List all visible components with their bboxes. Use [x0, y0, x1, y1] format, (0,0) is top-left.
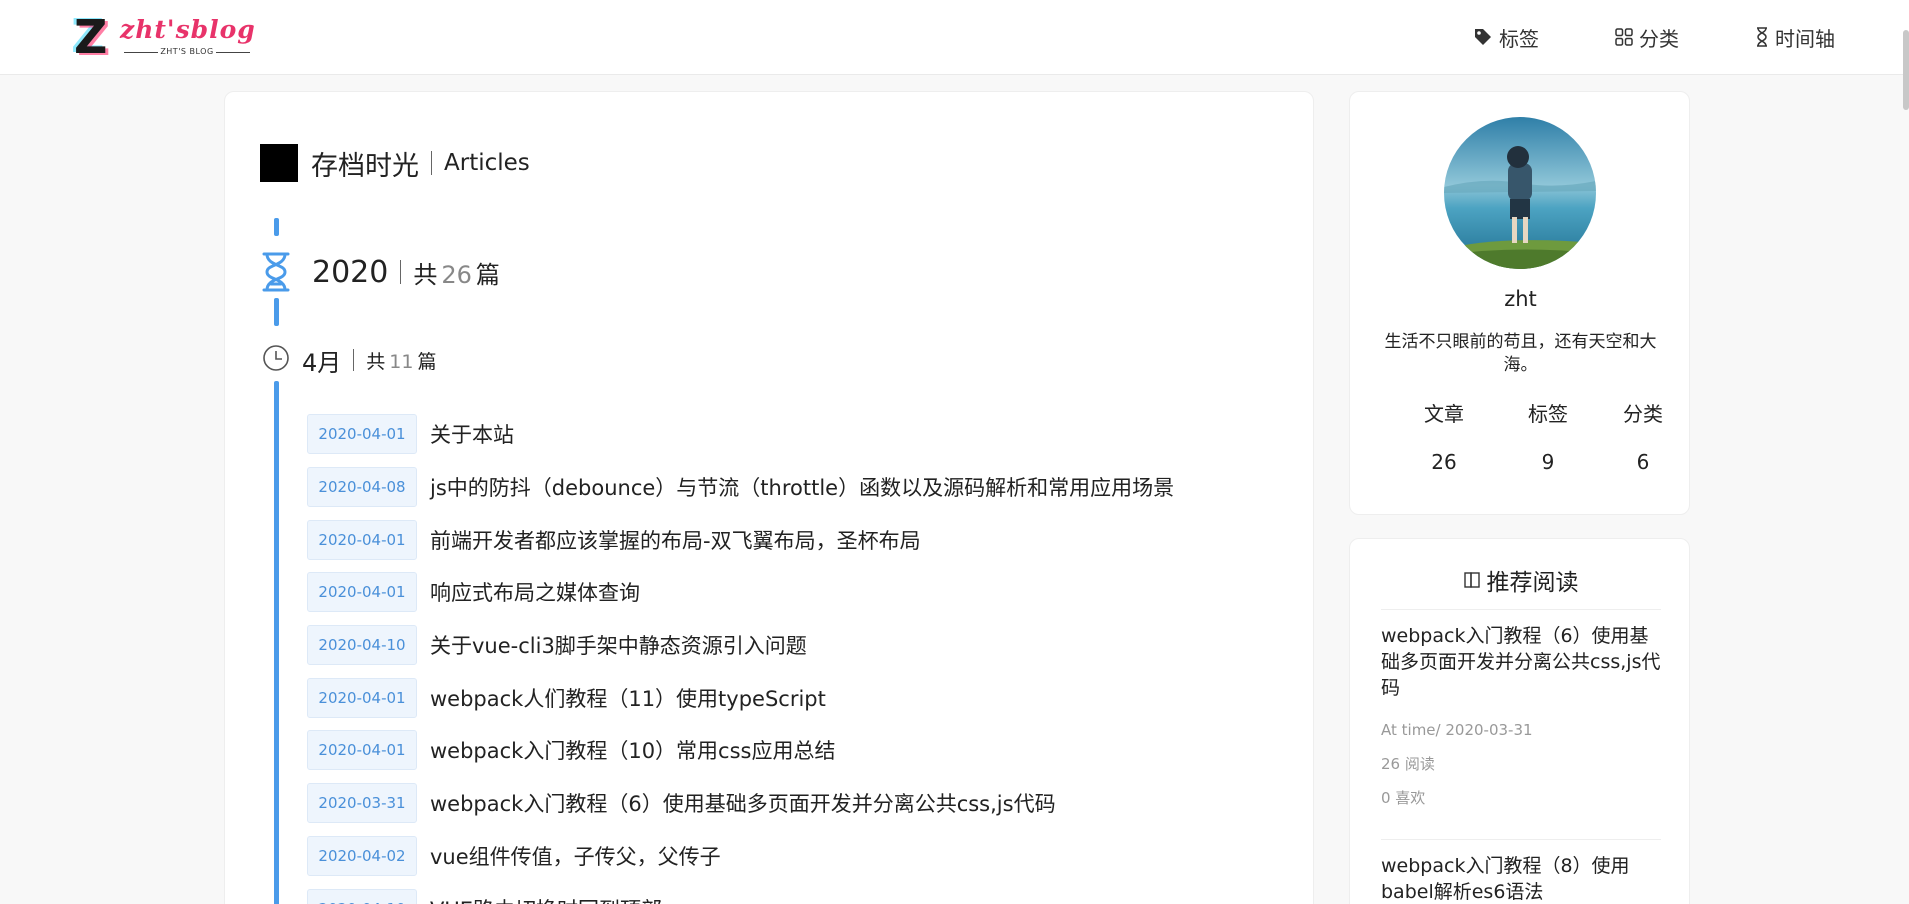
- list-item[interactable]: 2020-04-01 前端开发者都应该掌握的布局-双飞翼布局，圣杯布局: [307, 513, 1267, 566]
- article-title-link[interactable]: 前端开发者都应该掌握的布局-双飞翼布局，圣杯布局: [430, 525, 921, 555]
- list-item[interactable]: 2020-04-01 webpack人们教程（11）使用typeScript: [307, 671, 1267, 724]
- article-date: 2020-04-01: [307, 519, 417, 560]
- article-date: 2020-04-08: [307, 467, 417, 508]
- stat-categories[interactable]: 分类 6: [1603, 398, 1683, 474]
- list-item[interactable]: 2020-04-01 响应式布局之媒体查询: [307, 566, 1267, 619]
- stat-value: 26: [1431, 450, 1457, 474]
- title-separator: [431, 151, 432, 175]
- list-item[interactable]: 2020-04-01 关于本站: [307, 408, 1267, 461]
- list-item[interactable]: 2020-04-01 webpack入门教程（10）常用css应用总结: [307, 724, 1267, 777]
- article-title-link[interactable]: 关于vue-cli3脚手架中静态资源引入问题: [430, 630, 807, 660]
- article-date: 2020-04-02: [307, 835, 417, 876]
- recommend-likes: 0 喜欢: [1381, 789, 1426, 807]
- recommend-title-link[interactable]: webpack入门教程（8）使用babel解析es6语法: [1381, 853, 1666, 904]
- page-title-text: 存档时光: [311, 150, 419, 182]
- tag-icon: [1473, 27, 1493, 47]
- recommend-heading-text: 推荐阅读: [1486, 570, 1579, 596]
- page-scrollbar[interactable]: [1903, 30, 1909, 110]
- logo-brand-text: zht'sblog: [120, 15, 256, 44]
- title-square-icon: [260, 144, 298, 182]
- divider: [1381, 609, 1661, 610]
- year-separator: [400, 260, 402, 284]
- nav-categories-label: 分类: [1639, 26, 1679, 51]
- archive-card: 存档时光 Articles 2020 共 26 篇 4月 共 11 篇 2020-04-…: [224, 91, 1314, 904]
- list-item[interactable]: 2020-04-10 VUE路由切换时回到顶部: [307, 882, 1267, 904]
- divider: [1381, 839, 1661, 840]
- grid-icon: [1615, 28, 1633, 46]
- year-label: 2020: [312, 254, 389, 290]
- profile-card: zht 生活不只眼前的苟且，还有天空和大海。 文章 26 标签 9 分类 6: [1349, 91, 1690, 515]
- recommend-card: 推荐阅读 webpack入门教程（6）使用基础多页面开发并分离公共css,js代…: [1349, 538, 1690, 904]
- nav-tags[interactable]: 标签: [1473, 22, 1539, 52]
- logo-letter: Z: [74, 10, 108, 64]
- article-date: 2020-04-01: [307, 677, 417, 718]
- article-date: 2020-04-10: [307, 888, 417, 904]
- month-label: 4月: [302, 348, 342, 377]
- book-icon: [1463, 571, 1481, 589]
- timeline-segment: [274, 218, 279, 236]
- month-count: 共 11 篇: [366, 350, 437, 373]
- month-header: 4月 共 11 篇: [262, 344, 437, 377]
- profile-name: zht: [1504, 287, 1537, 311]
- timeline-line: [274, 381, 279, 904]
- article-title-link[interactable]: webpack人们教程（11）使用typeScript: [430, 683, 826, 713]
- nav-timeline[interactable]: 时间轴: [1755, 22, 1835, 52]
- hourglass-icon: [260, 251, 292, 293]
- recommend-reads: 26 阅读: [1381, 755, 1435, 773]
- month-separator: [353, 349, 355, 371]
- year-header: 2020 共 26 篇: [260, 250, 500, 294]
- site-header: Z Z Z zht'sblog ZHT'S BLOG 标签 分类 时间轴: [0, 0, 1909, 75]
- recommend-time: At time/ 2020-03-31: [1381, 721, 1533, 739]
- article-title-link[interactable]: 响应式布局之媒体查询: [430, 577, 640, 607]
- article-date: 2020-04-01: [307, 414, 417, 455]
- timeline-segment: [274, 298, 279, 326]
- year-count: 共 26 篇: [413, 260, 500, 289]
- stat-label: 标签: [1528, 402, 1568, 426]
- article-title-link[interactable]: vue组件传值，子传父，父传子: [430, 841, 721, 871]
- logo-subtitle: ZHT'S BLOG: [124, 47, 250, 56]
- stat-tags[interactable]: 标签 9: [1508, 398, 1588, 474]
- article-list: 2020-04-01 关于本站 2020-04-08 js中的防抖（debounce…: [307, 408, 1267, 904]
- stat-label: 文章: [1424, 402, 1464, 426]
- page-title: 存档时光 Articles: [260, 144, 530, 182]
- list-item[interactable]: 2020-04-02 vue组件传值，子传父，父传子: [307, 830, 1267, 883]
- article-title-link[interactable]: webpack入门教程（6）使用基础多页面开发并分离公共css,js代码: [430, 788, 1056, 818]
- page-title-en: Articles: [444, 150, 530, 176]
- article-title-link[interactable]: webpack入门教程（10）常用css应用总结: [430, 735, 835, 765]
- recommend-item[interactable]: webpack入门教程（6）使用基础多页面开发并分离公共css,js代码 At …: [1381, 623, 1666, 815]
- recommend-item[interactable]: webpack入门教程（8）使用babel解析es6语法: [1381, 853, 1666, 904]
- stat-label: 分类: [1623, 402, 1663, 426]
- nav-timeline-label: 时间轴: [1775, 26, 1835, 51]
- article-title-link[interactable]: VUE路由切换时回到顶部: [430, 894, 662, 904]
- article-title-link[interactable]: js中的防抖（debounce）与节流（throttle）函数以及源码解析和常用…: [430, 472, 1174, 502]
- article-title-link[interactable]: 关于本站: [430, 419, 514, 449]
- article-date: 2020-03-31: [307, 783, 417, 824]
- list-item[interactable]: 2020-04-08 js中的防抖（debounce）与节流（throttle）函…: [307, 461, 1267, 514]
- clock-icon: [262, 344, 290, 376]
- article-date: 2020-04-01: [307, 572, 417, 613]
- article-date: 2020-04-10: [307, 625, 417, 666]
- recommend-heading: 推荐阅读: [1350, 565, 1691, 596]
- hourglass-icon: [1755, 27, 1769, 47]
- stat-value: 6: [1636, 450, 1650, 474]
- profile-bio: 生活不只眼前的苟且，还有天空和大海。: [1384, 332, 1657, 375]
- avatar[interactable]: [1444, 117, 1596, 269]
- article-date: 2020-04-01: [307, 730, 417, 771]
- list-item[interactable]: 2020-04-10 关于vue-cli3脚手架中静态资源引入问题: [307, 619, 1267, 672]
- stat-value: 9: [1541, 450, 1555, 474]
- site-logo[interactable]: Z Z Z zht'sblog ZHT'S BLOG: [71, 10, 256, 64]
- nav-tags-label: 标签: [1499, 26, 1539, 51]
- recommend-title-link[interactable]: webpack入门教程（6）使用基础多页面开发并分离公共css,js代码: [1381, 623, 1666, 701]
- nav-categories[interactable]: 分类: [1615, 22, 1679, 52]
- list-item[interactable]: 2020-03-31 webpack入门教程（6）使用基础多页面开发并分离公共cs…: [307, 777, 1267, 830]
- stat-articles[interactable]: 文章 26: [1404, 398, 1484, 474]
